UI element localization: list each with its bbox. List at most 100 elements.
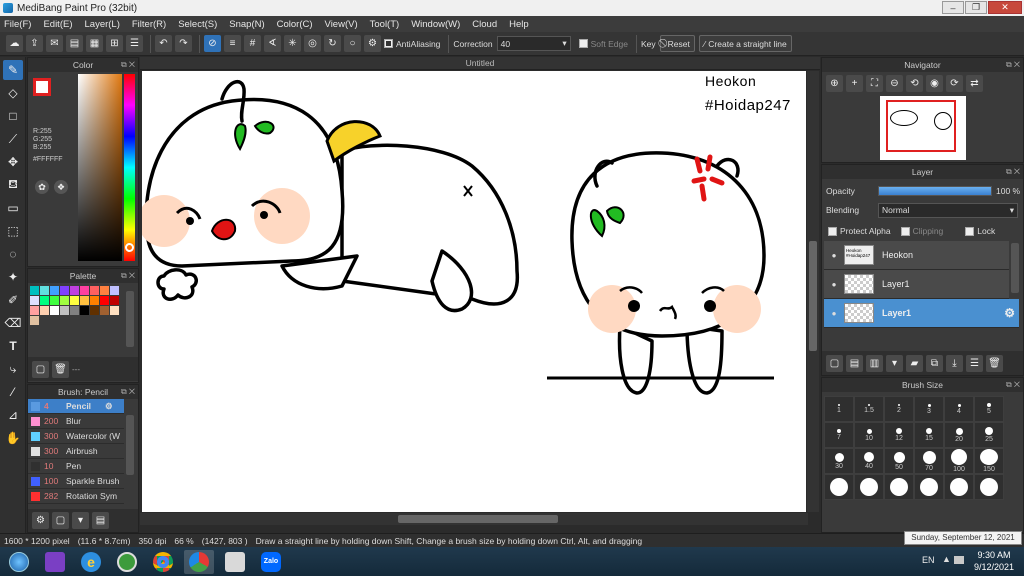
brush-size-cell[interactable] [824, 474, 854, 500]
palette-swatch[interactable] [100, 286, 109, 295]
palette-swatch[interactable] [80, 296, 89, 305]
move-tool-icon[interactable]: ✥ [3, 152, 23, 172]
opacity-slider[interactable] [878, 186, 992, 196]
menu-edit[interactable]: Edit(E) [43, 19, 72, 30]
palette-swatch[interactable] [80, 306, 89, 315]
hue-slider[interactable] [124, 74, 135, 261]
palette-swatch[interactable] [110, 306, 119, 315]
brush-size-cell[interactable] [854, 474, 884, 500]
brush-size-cell[interactable] [914, 474, 944, 500]
new-folder-icon[interactable]: ▰ [906, 354, 923, 372]
zoom-in-icon[interactable]: ⊕ [826, 75, 843, 92]
hue-slider-handle[interactable] [125, 243, 134, 252]
brush-item[interactable]: 200 Blur [28, 414, 124, 429]
redo-icon[interactable]: ↷ [175, 35, 192, 52]
snap-settings-icon[interactable]: ⚙ [364, 35, 381, 52]
new-layer-8bit-icon[interactable]: ▤ [846, 354, 863, 372]
blending-select[interactable]: Normal ▾ [878, 202, 1018, 218]
zalo-icon[interactable]: Zalo [256, 550, 286, 574]
visibility-eye-icon[interactable]: ● [824, 280, 844, 289]
snap-radial-icon[interactable]: ✳ [284, 35, 301, 52]
color-mix-button[interactable]: ❖ [54, 180, 68, 194]
start-button[interactable] [4, 550, 34, 574]
divide-tool-icon[interactable]: ⁄ [3, 382, 23, 402]
panel-menu-icon[interactable]: ⧉ ✕ [121, 58, 135, 72]
brush-size-cell[interactable]: 50 [884, 448, 914, 474]
shape-tool-icon[interactable]: □ [3, 106, 23, 126]
soft-edge-checkbox[interactable] [578, 39, 588, 48]
eyedropper-icon[interactable]: ⊿ [3, 405, 23, 425]
lock-checkbox[interactable] [965, 226, 975, 236]
layer-add-menu-icon[interactable]: ▾ [886, 354, 903, 372]
palette-swatch[interactable] [30, 296, 39, 305]
layer-menu-icon[interactable]: ☰ [966, 354, 983, 372]
menu-filter[interactable]: Filter(R) [132, 19, 166, 30]
undo-icon[interactable]: ↶ [155, 35, 172, 52]
menu-select[interactable]: Select(S) [178, 19, 217, 30]
layer-row-heokon[interactable]: ● Heokon #Hoidap247 Heokon [824, 241, 1009, 270]
brush-size-cell[interactable] [974, 474, 1004, 500]
fit-icon[interactable]: ⛶ [866, 75, 883, 92]
lasso-tool-icon[interactable]: ◌ [3, 244, 23, 264]
add-brush-icon[interactable]: ▢ [52, 512, 69, 529]
brush-item[interactable]: 282 Rotation Sym [28, 489, 124, 504]
new-layer-icon[interactable]: ▢ [826, 354, 843, 372]
rotate-icon[interactable]: ⟲ [906, 75, 923, 92]
snap-curve-icon[interactable]: ↻ [324, 35, 341, 52]
menu-color[interactable]: Color(C) [277, 19, 313, 30]
palette-swatch[interactable] [30, 306, 39, 315]
dot-tool-icon[interactable]: ⟋ [3, 129, 23, 149]
panel-menu-icon[interactable]: ⧉ ✕ [1006, 378, 1020, 392]
straight-line-button[interactable]: ⁄ Create a straight line [698, 35, 792, 52]
delete-layer-icon[interactable]: 🗑 [986, 354, 1003, 372]
brush-size-cell[interactable]: 40 [854, 448, 884, 474]
brush-size-cell[interactable]: 7 [824, 422, 854, 448]
palette-swatch[interactable] [100, 296, 109, 305]
foreground-color[interactable] [33, 78, 51, 96]
medibang-taskbar-icon[interactable] [184, 549, 214, 574]
brush-size-cell[interactable]: 15 [914, 422, 944, 448]
brush-menu-icon[interactable]: ▾ [72, 512, 89, 529]
snap-crisscross-icon[interactable]: # [244, 35, 261, 52]
clipping-checkbox[interactable] [900, 226, 910, 236]
eraser-tool-icon[interactable]: ◇ [3, 83, 23, 103]
panel-menu-icon[interactable]: ⧉ ✕ [121, 385, 135, 399]
color-sv-square[interactable] [78, 74, 122, 261]
network-icon[interactable] [954, 556, 964, 564]
duplicate-layer-icon[interactable]: ⧉ [926, 354, 943, 372]
brush-size-cell[interactable]: 4 [944, 396, 974, 422]
brush-size-cell[interactable]: 150 [974, 448, 1004, 474]
brush-size-cell[interactable]: 70 [914, 448, 944, 474]
brush-size-cell[interactable] [944, 474, 974, 500]
vertical-scrollbar[interactable] [807, 71, 819, 512]
palette-swatch[interactable] [40, 306, 49, 315]
list-icon[interactable]: ☰ [126, 35, 143, 52]
tool-icon[interactable] [112, 550, 142, 574]
palette-swatch[interactable] [80, 286, 89, 295]
zoom-out-icon[interactable]: ⊖ [886, 75, 903, 92]
document-icon[interactable]: ▦ [86, 35, 103, 52]
brush-size-cell[interactable]: 12 [884, 422, 914, 448]
cloud-icon[interactable]: ☁ [6, 35, 23, 52]
palette-swatch[interactable] [70, 286, 79, 295]
rotate-right-icon[interactable]: ⟳ [946, 75, 963, 92]
brush-tool-icon[interactable]: ✎ [3, 60, 23, 80]
correction-select[interactable]: 40 ▾ [496, 36, 571, 51]
text-tool-icon[interactable]: T [3, 336, 23, 356]
palette-swatch[interactable] [50, 286, 59, 295]
layer-scrollbar[interactable] [1011, 243, 1019, 293]
brush-size-cell[interactable]: 5 [974, 396, 1004, 422]
brush-item[interactable]: 300 Watercolor (W [28, 429, 124, 444]
save-icon[interactable]: ▤ [66, 35, 83, 52]
color-wheel-button[interactable]: ✿ [35, 180, 49, 194]
new-layer-1bit-icon[interactable]: ▥ [866, 354, 883, 372]
layer-row-layer1-b[interactable]: ● Layer1 ⚙ [824, 299, 1019, 328]
magic-wand-icon[interactable]: ✦ [3, 267, 23, 287]
language-indicator[interactable]: EN [922, 555, 935, 565]
add-palette-icon[interactable]: ▢ [32, 360, 49, 378]
menu-cloud[interactable]: Cloud [472, 19, 497, 30]
palette-swatch[interactable] [40, 286, 49, 295]
gradient-tool-icon[interactable]: ▭ [3, 198, 23, 218]
share-icon[interactable]: ⇪ [26, 35, 43, 52]
select-eraser-icon[interactable]: ⌫ [3, 313, 23, 333]
